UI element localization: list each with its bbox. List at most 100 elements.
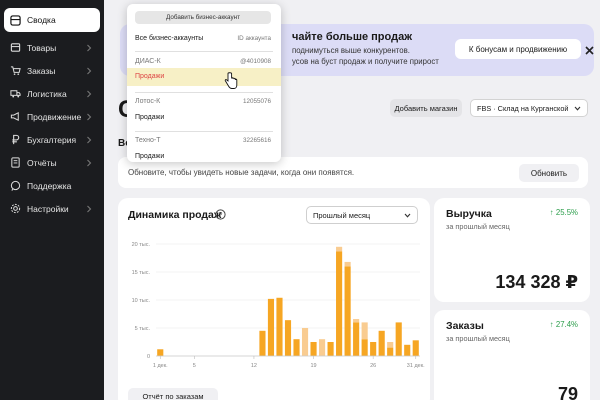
sidebar-item-label: Отчёты: [27, 157, 57, 168]
period-select[interactable]: Прошлый месяц: [306, 206, 418, 224]
account-name: ДИАС-К: [135, 58, 161, 65]
chevron-right-icon: [86, 44, 92, 52]
orders-subtitle: за прошлый месяц: [446, 334, 510, 343]
warehouse-select[interactable]: FBS · Склад на Курганской: [470, 99, 588, 117]
divider: [135, 131, 273, 132]
chevron-down-icon: [404, 213, 411, 218]
sales-bar-chart: 0 5 тыс. 10 тыс. 15 тыс. 20 тыс. 1 дек. 5 12 19 2…: [132, 242, 426, 369]
sidebar-item-label: Настройки: [27, 203, 69, 214]
bar-segment: [344, 261, 351, 267]
gear-icon: [10, 203, 21, 214]
x-tick-label: 31 дек.: [407, 363, 425, 369]
chevron-right-icon: [86, 67, 92, 75]
bar: [276, 297, 283, 356]
chevron-down-icon: [574, 106, 581, 111]
x-tick-label: 5: [193, 363, 196, 369]
sidebar-item-promotion[interactable]: Продвижение: [4, 105, 100, 128]
bar: [327, 342, 334, 356]
sales-chart-card: Динамика продаж ? Прошлый месяц 0 5 тыс. 1…: [118, 198, 430, 400]
bar: [293, 339, 300, 356]
info-icon[interactable]: ?: [215, 209, 226, 220]
bar: [310, 342, 317, 356]
orders-delta: ↑ 27.4%: [549, 320, 578, 329]
y-tick-label: 15 тыс.: [132, 270, 151, 276]
bar: [412, 340, 419, 356]
box-icon: [10, 42, 21, 53]
sidebar-item-logistics[interactable]: Логистика: [4, 82, 100, 105]
warehouse-select-value: FBS · Склад на Курганской: [477, 103, 569, 113]
account-sales-link[interactable]: Продажи: [127, 114, 281, 126]
banner-text: поднимуться выше конкурентов.: [292, 46, 410, 55]
chat-icon: [10, 180, 21, 191]
sidebar-item-label: Поддержка: [27, 180, 72, 191]
x-tick-label: 12: [251, 363, 257, 369]
orders-value: 79: [557, 384, 578, 400]
add-store-button[interactable]: Добавить магазин: [390, 99, 462, 117]
ruble-icon: [10, 134, 21, 145]
sidebar-item-settings[interactable]: Настройки: [4, 197, 100, 220]
revenue-card: Выручка за прошлый месяц ↑ 25.5% 134 328…: [434, 198, 590, 302]
y-tick-label: 5 тыс.: [135, 326, 151, 332]
account-id-header: ID аккаунта: [237, 35, 271, 42]
account-name: Лотос-К: [135, 98, 161, 105]
sidebar-item-accounting[interactable]: Бухгалтерия: [4, 128, 100, 151]
svg-text:?: ?: [219, 212, 223, 219]
megaphone-icon: [10, 111, 21, 122]
account-row[interactable]: Лотос-К 12055076: [127, 98, 281, 110]
bar-segment: [353, 319, 360, 323]
orders-title: Заказы: [446, 320, 484, 332]
chevron-right-icon: [86, 136, 92, 144]
sales-link-label: Продажи: [135, 153, 165, 160]
account-id: 12055076: [242, 98, 271, 105]
bar: [344, 266, 351, 356]
chevron-right-icon: [86, 205, 92, 213]
y-tick-label: 20 тыс.: [132, 242, 151, 248]
sidebar-item-orders[interactable]: Заказы: [4, 59, 100, 82]
chevron-right-icon: [86, 90, 92, 98]
account-sales-link[interactable]: Продажи: [127, 73, 281, 85]
sidebar: Сводка Товары Заказы Логистика Продвижен…: [0, 0, 104, 400]
y-tick-label: 0: [147, 354, 150, 360]
sales-link-label: Продажи: [135, 114, 165, 121]
bar: [353, 322, 360, 356]
revenue-delta: ↑ 25.5%: [549, 208, 578, 217]
bar: [157, 349, 164, 356]
bar-segment: [361, 322, 368, 340]
bar-segment: [387, 342, 394, 348]
hand-cursor-icon: [224, 72, 238, 89]
orders-report-button[interactable]: Отчёт по заказам: [128, 388, 218, 400]
bar-segment: [336, 246, 343, 252]
refresh-button[interactable]: Обновить: [519, 164, 579, 182]
sidebar-item-label: Товары: [27, 42, 57, 53]
banner-title: чайте больше продаж: [292, 31, 412, 43]
bonuses-button[interactable]: К бонусам и продвижению: [455, 39, 581, 59]
report-icon: [10, 157, 21, 168]
revenue-value: 134 328 ₽: [495, 272, 578, 292]
close-icon[interactable]: [584, 43, 595, 55]
bar: [378, 330, 385, 356]
x-tick-label: 19: [310, 363, 316, 369]
sidebar-item-label: Бухгалтерия: [27, 134, 77, 145]
y-tick-label: 10 тыс.: [132, 298, 151, 304]
truck-icon: [10, 88, 21, 99]
sidebar-item-label: Сводка: [27, 15, 56, 25]
account-id: @4010908: [240, 58, 271, 65]
add-business-account-button[interactable]: Добавить бизнес-аккаунт: [135, 11, 271, 24]
period-select-value: Прошлый месяц: [313, 210, 371, 220]
revenue-subtitle: за прошлый месяц: [446, 222, 510, 231]
revenue-title: Выручка: [446, 208, 492, 220]
bar: [404, 344, 411, 356]
sidebar-item-summary[interactable]: Сводка: [4, 8, 100, 32]
all-accounts-label: Все бизнес-аккаунты: [135, 35, 204, 42]
x-tick-label: 1 дек.: [153, 363, 168, 369]
dashboard-icon: [10, 14, 21, 26]
sidebar-item-products[interactable]: Товары: [4, 36, 100, 59]
bar: [387, 347, 394, 356]
account-sales-link[interactable]: Продажи: [127, 153, 281, 165]
cart-icon: [10, 65, 21, 76]
account-row[interactable]: Техно-Т 32265616: [127, 137, 281, 149]
sidebar-item-reports[interactable]: Отчёты: [4, 151, 100, 174]
sidebar-item-support[interactable]: Поддержка: [4, 174, 100, 197]
all-accounts-row[interactable]: Все бизнес-аккаунты ID аккаунта: [127, 35, 281, 47]
bar: [370, 342, 377, 356]
